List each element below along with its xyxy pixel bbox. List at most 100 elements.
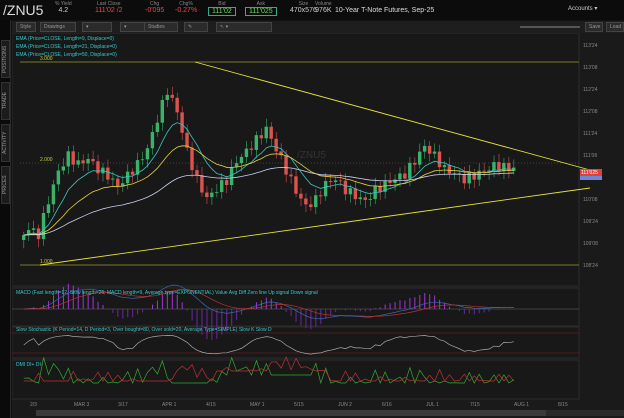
candle: [56, 170, 61, 185]
quote-value: 976K: [315, 7, 332, 14]
stochastic-label[interactable]: Slow Stochastic (K Period=14, D Period=3…: [16, 327, 272, 333]
dmi-panel: [12, 359, 580, 400]
quote-field: Chg% -0.27%: [175, 1, 197, 14]
price-tick-label: 111'08: [583, 153, 597, 159]
load-button[interactable]: Load: [606, 22, 624, 32]
save-button[interactable]: Save: [585, 22, 603, 32]
quote-value: -0'095: [145, 7, 165, 14]
candle: [22, 235, 26, 240]
scrollbar-thumb[interactable]: [36, 410, 546, 416]
drawings-button[interactable]: Drawings: [40, 22, 76, 32]
candle: [363, 197, 367, 200]
candle: [422, 145, 427, 152]
candle: [333, 180, 338, 183]
candle: [408, 162, 412, 179]
bid-price-tag: [580, 176, 602, 180]
pattern-button[interactable]: ✎: [184, 22, 208, 32]
candle: [61, 166, 65, 171]
studies-button[interactable]: Studies: [144, 22, 178, 32]
candle: [155, 122, 160, 133]
quote-header: /ZNU5 % Yield 4.2 Last Close 111'02 /2 Chg -0…: [0, 0, 624, 20]
candle: [393, 179, 397, 183]
candle: [125, 171, 130, 184]
price-tick-label: 109'24: [583, 219, 598, 225]
fib-label: 2.000: [40, 157, 53, 163]
x-axis-label: 6/16: [382, 402, 392, 408]
price-tick-label: 113'08: [583, 65, 598, 71]
x-axis-label: JUL 1: [426, 402, 439, 408]
candle: [140, 159, 145, 161]
x-axis-label: 2/3: [30, 402, 37, 408]
sidebar-tab[interactable]: ACTIVITY: [1, 124, 10, 162]
macd-label[interactable]: MACD (Fast length=12, Slow length=26, MA…: [16, 290, 318, 296]
candle: [482, 170, 486, 172]
candle: [205, 192, 209, 198]
candle: [299, 193, 303, 199]
candle: [145, 148, 150, 160]
x-axis-label: JUN 2: [338, 402, 352, 408]
candle: [284, 155, 288, 175]
candle: [269, 126, 273, 139]
candle: [220, 180, 224, 193]
candle: [309, 204, 313, 208]
ema21-label[interactable]: EMA (Price=CLOSE, Length=21, Displace=0): [16, 43, 117, 51]
x-axis-label: MAR 3: [74, 402, 90, 408]
candle: [46, 204, 51, 214]
candle: [294, 176, 298, 194]
candle: [180, 112, 184, 133]
candle: [403, 173, 407, 179]
candle: [289, 174, 293, 177]
quote-field: Volume 976K: [315, 1, 332, 14]
quote-value: -0.27%: [175, 7, 198, 14]
timeframe-select[interactable]: ▾: [82, 22, 112, 32]
candle: [477, 170, 481, 180]
candle: [111, 178, 115, 180]
sidebar-tab[interactable]: TRADE: [1, 82, 10, 120]
candle: [81, 160, 85, 164]
accounts-label: Accounts: [568, 6, 593, 12]
x-axis-label: MAY 1: [250, 402, 265, 408]
candle: [150, 132, 155, 149]
quote-field: Size 470x576: [290, 1, 317, 14]
price-tick-label: 109'08: [583, 241, 598, 247]
candle: [51, 184, 56, 205]
candle: [91, 158, 95, 162]
accounts-dropdown[interactable]: Accounts ▾: [568, 5, 597, 12]
quote-field: Bid 111'02: [208, 1, 236, 16]
zoom-slider[interactable]: [520, 26, 580, 28]
quote-value: 111'02: [208, 7, 236, 16]
last-price-label: 111'025: [581, 170, 598, 176]
candle: [437, 151, 442, 168]
candle: [71, 151, 75, 165]
candle: [348, 188, 353, 195]
ema50-label[interactable]: EMA (Price=CLOSE, Length=50, Displace=0): [16, 51, 117, 59]
candle: [432, 151, 437, 154]
chart-toolbar: Style Drawings ▾ ▾ Studies ✎ ↖ ▾ Save Lo…: [12, 21, 624, 33]
candle: [413, 162, 417, 165]
symbol-input[interactable]: /ZNU5: [3, 2, 43, 18]
price-chart[interactable]: 113'24 113'08 112'24 112'08 111'24 111'08 110'…: [12, 33, 624, 418]
aggregation-select[interactable]: ▾: [120, 22, 146, 32]
ema9-label[interactable]: EMA (Price=CLOSE, Length=9, Displace=0): [16, 35, 117, 43]
candle: [224, 180, 229, 186]
candle: [502, 162, 506, 172]
price-tick-label: 112'08: [583, 109, 598, 115]
cursor-select[interactable]: ↖ ▾: [216, 22, 272, 32]
instrument-description: 10-Year T-Note Futures, Sep-25: [335, 7, 435, 14]
candle: [130, 171, 135, 175]
sidebar-tab[interactable]: POSITIONS: [1, 40, 10, 78]
sidebar-tab[interactable]: PRICES: [1, 166, 10, 204]
quote-field: % Yield 4.2: [55, 1, 72, 14]
candle: [244, 148, 249, 157]
candle: [328, 181, 333, 183]
price-tick-label: 113'24: [583, 43, 598, 49]
x-axis-label: 7/15: [470, 402, 480, 408]
price-tick-label: 111'24: [583, 131, 597, 137]
candle: [492, 162, 496, 171]
candle: [398, 173, 402, 180]
candle: [472, 172, 476, 180]
price-tick-label: 110'08: [583, 197, 598, 203]
dmi-label[interactable]: DMI DI+ DI-: [16, 362, 43, 368]
style-button[interactable]: Style: [16, 22, 36, 32]
candle: [249, 148, 254, 150]
